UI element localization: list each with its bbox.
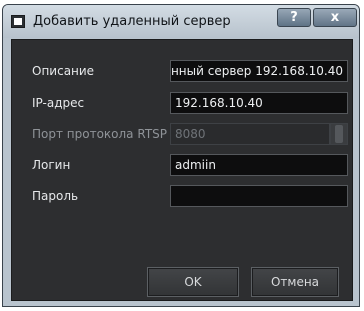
title-bar[interactable]: Добавить удаленный сервер ? x (3, 5, 359, 38)
rtsp-port-label: Порт протокола RTSP (32, 127, 167, 141)
login-label: Логин (32, 158, 71, 172)
password-label: Пароль (32, 189, 79, 203)
password-input[interactable] (170, 185, 348, 207)
dialog-body: Описание нный сервер 192.168.10.40 IP-ад… (11, 39, 353, 301)
ok-button[interactable]: OK (147, 267, 239, 297)
description-input[interactable]: нный сервер 192.168.10.40 (170, 60, 348, 82)
rtsp-port-input[interactable]: 8080 (170, 123, 330, 145)
description-label: Описание (32, 64, 95, 78)
ip-address-label: IP-адрес (32, 96, 85, 110)
ip-address-input[interactable]: 192.168.10.40 (170, 92, 348, 114)
spin-up-icon[interactable] (335, 125, 343, 134)
window-icon (11, 15, 25, 28)
dialog-window: Добавить удаленный сервер ? x Описание н… (2, 4, 360, 307)
login-input[interactable]: admiin (170, 154, 348, 176)
close-button[interactable]: x (313, 8, 357, 27)
dialog-title: Добавить удаленный сервер (33, 14, 231, 29)
cancel-button[interactable]: Отмена (251, 267, 339, 297)
help-icon: ? (290, 10, 298, 25)
spin-down-icon[interactable] (335, 134, 343, 143)
close-icon: x (330, 10, 340, 25)
help-button[interactable]: ? (277, 8, 311, 27)
rtsp-port-spinner[interactable] (330, 123, 348, 145)
